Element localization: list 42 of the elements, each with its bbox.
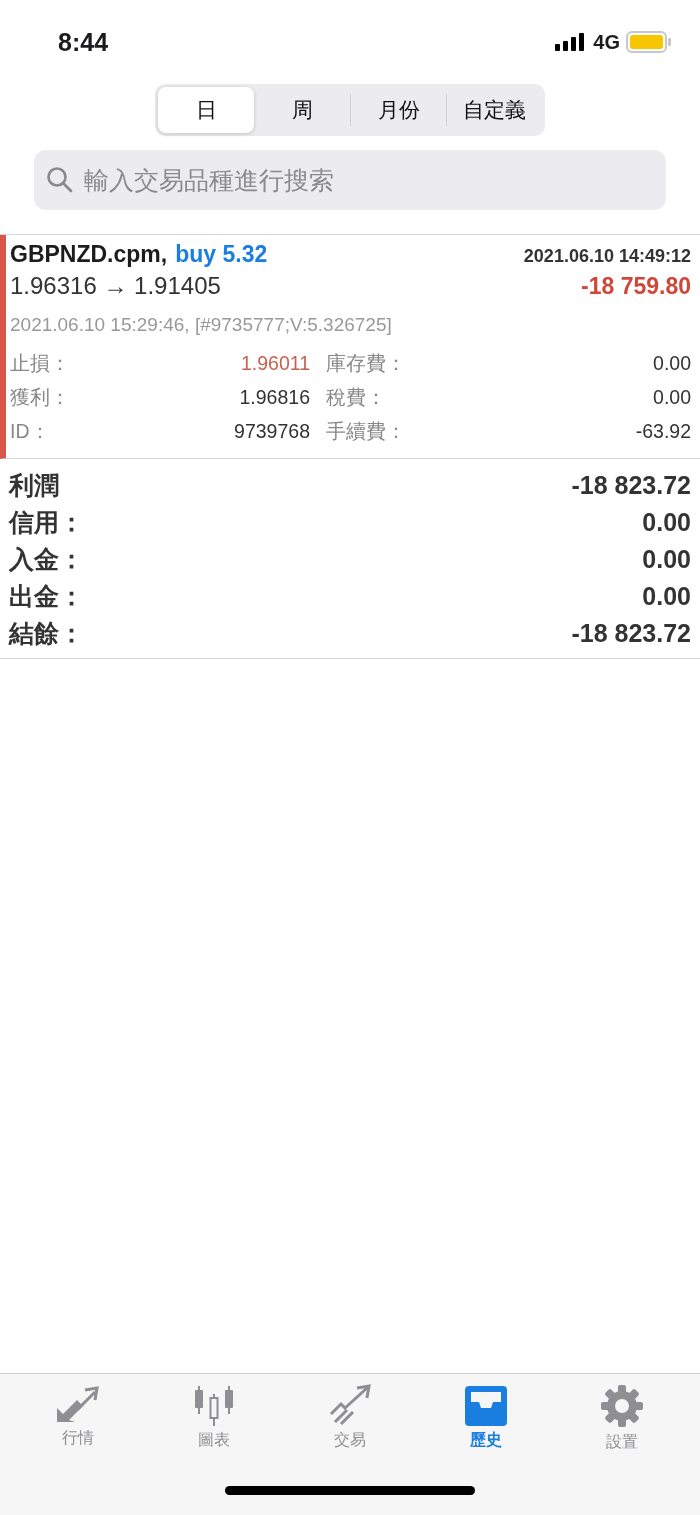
- summary-value: 0.00: [642, 581, 691, 612]
- history-tab[interactable]: 歷史: [418, 1374, 554, 1454]
- summary-label: 結餘：: [9, 618, 84, 649]
- status-time: 8:44: [58, 27, 109, 57]
- period-tab[interactable]: 自定義: [446, 94, 542, 126]
- detail-label: 稅費：: [325, 385, 387, 410]
- inbox-icon: [463, 1384, 509, 1426]
- summary-value: -18 823.72: [571, 618, 691, 649]
- network-label: 4G: [593, 30, 620, 54]
- summary-label: 出金：: [9, 581, 84, 612]
- detail-label: ID：: [10, 419, 51, 444]
- search-field[interactable]: 輸入交易品種進行搜索: [34, 150, 666, 210]
- period-tab[interactable]: 日: [158, 87, 254, 133]
- detail-label: 止損：: [10, 351, 71, 376]
- settings-icon: [600, 1384, 644, 1428]
- open-time: 2021.06.10 14:49:12: [523, 246, 691, 267]
- summary-value: 0.00: [642, 544, 691, 575]
- period-tab[interactable]: 周: [254, 87, 350, 133]
- period-tab[interactable]: 月份: [350, 94, 446, 126]
- detail-value: 1.96816: [238, 385, 310, 410]
- close-info: 2021.06.10 15:29:46, [#9735777;V:5.326725]: [10, 314, 393, 336]
- summary-value: 0.00: [642, 507, 691, 538]
- diagonal-arrows-icon: [55, 1384, 101, 1424]
- summary-label: 信用：: [9, 507, 84, 538]
- summary-value: -18 823.72: [571, 470, 691, 501]
- detail-value: -63.92: [635, 419, 691, 444]
- detail-label: 獲利：: [10, 385, 71, 410]
- trend-arrow-icon: [327, 1384, 373, 1426]
- detail-label: 庫存費：: [325, 351, 407, 376]
- detail-label: 手續費：: [325, 419, 407, 444]
- summary-label: 利潤: [9, 470, 59, 501]
- deal-prices: 1.96316 → 1.91405: [10, 272, 221, 300]
- detail-value: 1.96011: [239, 351, 310, 376]
- deal-symbol: GBPNZD.cpm,: [10, 241, 168, 268]
- deal-profit: -18 759.80: [581, 273, 691, 300]
- deal-action: buy 5.32: [175, 241, 268, 268]
- detail-value: 0.00: [653, 351, 691, 376]
- summary-label: 入金：: [9, 544, 84, 575]
- battery-icon: [626, 31, 672, 53]
- detail-value: 0.00: [653, 385, 691, 410]
- detail-value: 9739768: [233, 419, 310, 444]
- deal-card[interactable]: GBPNZD.cpm, buy 5.32 2021.06.10 14:49:12 1.96316 → 1.91405 -18 759.80 2021.06.10 15:29:46, [#9735777;V:5.326725] 止損： 1.96011 庫存費： 0.00 獲利： 1.96816 稅費： 0.00 ID： 9739768 手續費： -63.92: [0, 235, 700, 459]
